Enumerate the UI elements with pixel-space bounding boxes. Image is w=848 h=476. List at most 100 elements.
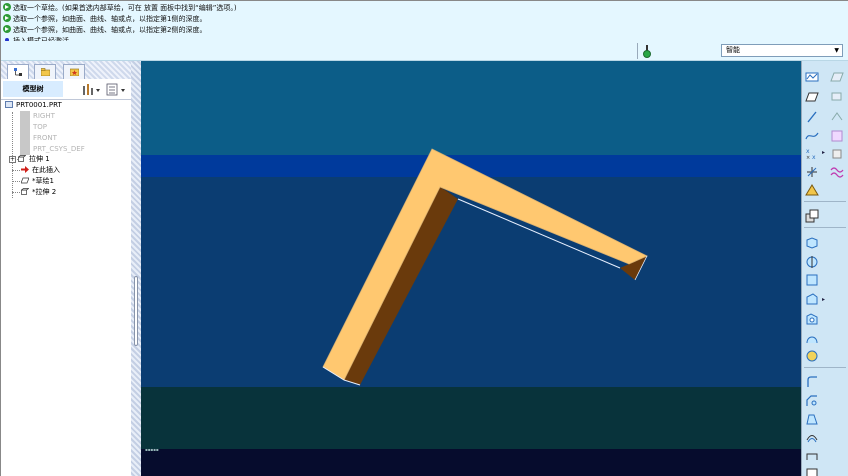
shell-button[interactable] [805,331,819,345]
tree-item-label: TOP [33,123,48,131]
status-ok-icon [3,25,11,33]
hole-icon [806,313,818,325]
application-window: 选取一个草绘。(如果首选内部草绘，可在 放置 面板中找到“编辑”选项。) 选取一… [0,0,848,476]
model-tree-tab-icon [14,68,22,76]
splitter-handle[interactable] [134,276,138,346]
tab-model-tree[interactable] [7,64,29,79]
tree-item-sketch-1[interactable]: *草绘1 [21,176,54,187]
insert-arrow-icon [21,166,29,173]
revolve-icon [806,256,818,268]
datum-axis-button[interactable] [805,110,819,124]
panel-splitter[interactable] [131,61,141,476]
thicken-button[interactable] [830,236,844,250]
hole-button[interactable] [805,312,819,326]
toolbar-separator [804,227,846,228]
copy-icon [805,209,819,223]
draft-button[interactable] [805,412,819,426]
message-text: 选取一个参照，如曲面、曲线、轴或点，以指定第2侧的深度。 [13,26,207,34]
mirror-button[interactable] [805,449,819,463]
merge-button[interactable] [805,465,819,476]
datum-axis-icon [807,111,817,123]
solidify-button[interactable] [830,255,844,269]
datum-curve-button[interactable] [805,129,819,143]
datum-plane-button[interactable] [805,70,819,84]
round-button[interactable] [805,375,819,389]
sketch-button[interactable] [830,70,844,84]
tree-settings-button[interactable] [81,83,101,96]
model-tree-title: 模型树 [3,81,63,97]
pattern-icon [806,435,818,443]
paste-button[interactable] [830,209,844,223]
flyout-arrow-icon[interactable]: ▸ [822,149,825,156]
analysis-icon [805,184,819,196]
tree-item-label: FRONT [33,134,57,142]
tree-item-extrude-1[interactable]: + 拉伸 1 [9,154,50,165]
flyout-arrow-icon[interactable]: ▸ [822,296,825,303]
csys-button[interactable] [805,165,819,179]
tree-item-right-plane[interactable]: RIGHT [33,111,55,122]
graphics-window[interactable]: ▪▪▪▪▪ [141,61,801,476]
selection-filter-select[interactable]: 智能 ▼ [721,44,843,57]
expand-toggle-icon[interactable]: + [9,156,16,163]
datum-features-strip [20,111,30,155]
blend-button[interactable] [805,292,819,306]
plane-icon [805,92,819,102]
chamfer-button[interactable] [805,394,819,408]
message-text: 选取一个草绘。(如果首选内部草绘，可在 放置 面板中找到“编辑”选项。) [13,4,237,12]
blend-icon [806,293,818,305]
message-line-1: 选取一个草绘。(如果首选内部草绘，可在 放置 面板中找到“编辑”选项。) [3,3,237,14]
merge-icon [806,468,818,476]
tree-item-extrude-2[interactable]: *拉伸 2 [21,187,56,198]
paste-icon [830,209,844,223]
message-line-2: 选取一个参照，如曲面、曲线、轴或点，以指定第1侧的深度。 [3,14,206,25]
rib-button[interactable] [805,349,819,363]
extrude-icon [806,237,818,249]
shell-icon [806,336,818,344]
show-icon [106,83,125,96]
bent-bar-model[interactable] [141,61,801,476]
extrude-feature-icon [18,155,26,162]
regen-status-light-icon[interactable] [643,45,651,58]
sketch-icon [830,72,844,82]
pattern-button[interactable] [805,430,819,444]
trim-icon [831,112,843,121]
tree-show-button[interactable] [105,83,127,96]
datum-plane-icon [805,72,819,82]
wave-button[interactable] [830,165,844,179]
extrude-button[interactable] [805,236,819,250]
copy-feature-button[interactable] [805,209,819,223]
datum-plane-2-button[interactable] [805,90,819,104]
trim-button[interactable] [830,110,844,124]
tree-item-label: *草绘1 [32,177,54,185]
extrude-feature-icon [21,188,29,195]
revolve-button[interactable] [805,255,819,269]
style-button[interactable] [830,147,844,161]
tree-item-label: *拉伸 2 [32,188,57,196]
mirror-icon [806,453,818,460]
message-text: 选取一个参照，如曲面、曲线、轴或点，以指定第1侧的深度。 [13,15,207,23]
offset-button[interactable] [830,90,844,104]
boundary-button[interactable] [830,129,844,143]
tree-item-front-plane[interactable]: FRONT [33,133,57,144]
svg-text:x: x [806,148,810,155]
tree-item-label: 在此插入 [32,166,60,174]
sweep-icon [806,274,818,286]
tree-item-label: 拉伸 1 [29,155,50,163]
tab-favorites[interactable] [63,64,85,79]
wave-icon [830,167,844,178]
tree-item-root-part[interactable]: PRT0001.PRT [5,100,62,111]
spacer-button[interactable] [830,183,844,197]
model-tree: PRT0001.PRT RIGHT TOP FRONT PRT_CSYS_DEF… [1,100,131,476]
tree-item-top-plane[interactable]: TOP [33,122,47,133]
sketch-feature-icon [21,177,29,184]
tree-item-label: PRT_CSYS_DEF [33,145,85,153]
tab-folder-browser[interactable] [34,64,56,79]
tree-item-insert-here[interactable]: 在此插入 [21,165,60,176]
analysis-button[interactable] [805,183,819,197]
sweep-button[interactable] [805,273,819,287]
curve-icon [805,132,819,140]
model-tree-toolbar: 模型树 [1,79,131,100]
tree-item-label: PRT0001.PRT [16,101,62,109]
rib-icon [806,350,818,362]
datum-point-button[interactable]: x x × [805,147,819,161]
